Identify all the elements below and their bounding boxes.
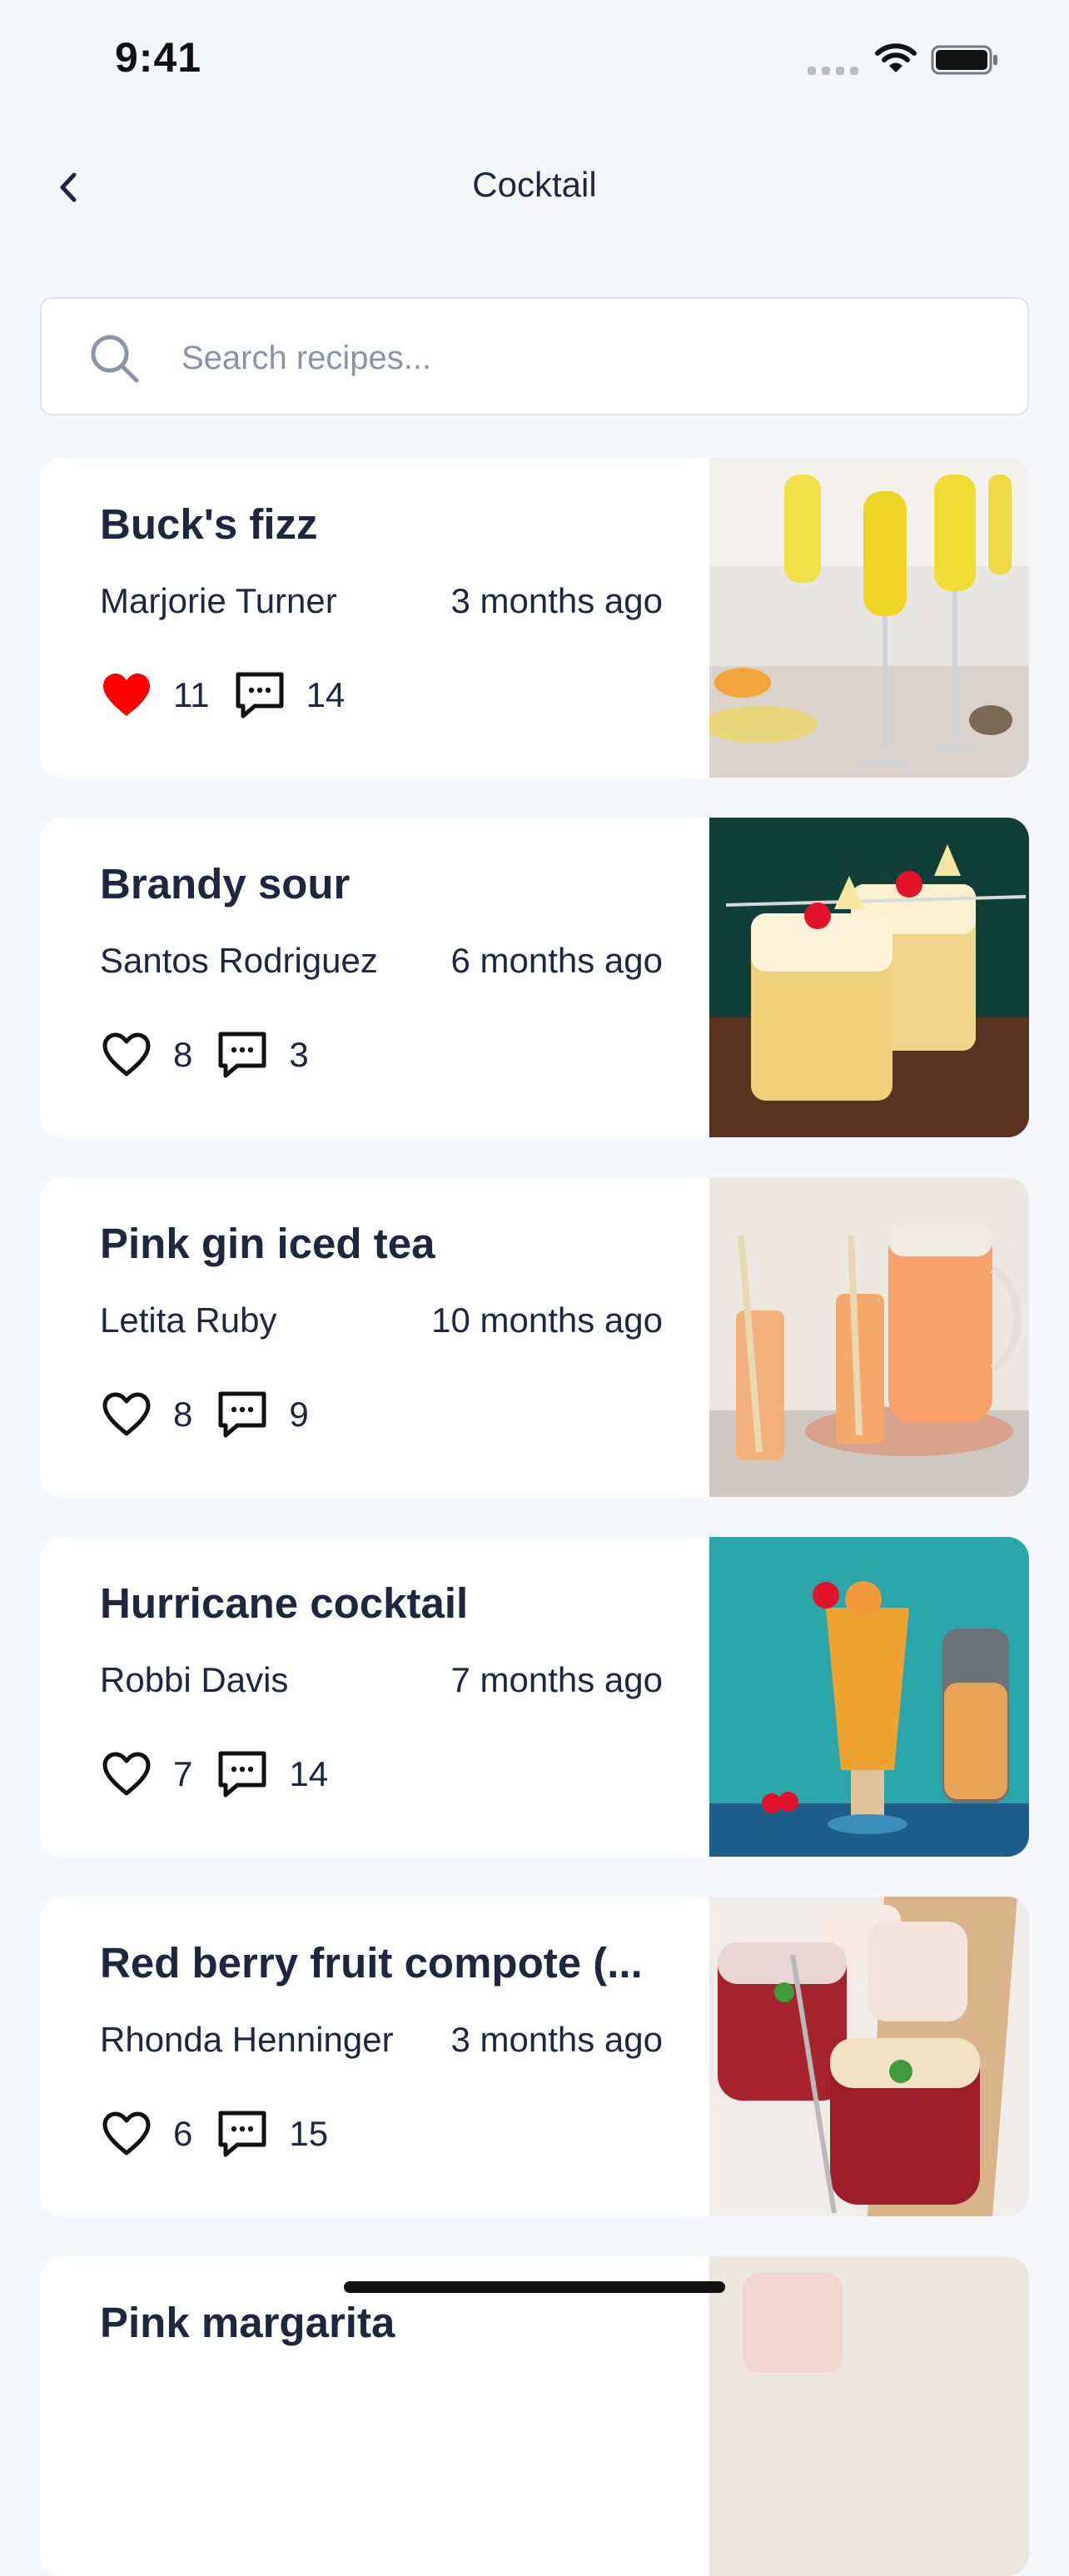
recipe-card[interactable]: Red berry fruit compote (... Rhonda Henn… xyxy=(40,1897,1029,2216)
recipe-title: Brandy sour xyxy=(100,860,351,908)
recipe-stats: 8 3 xyxy=(100,1026,332,1084)
search-input[interactable] xyxy=(181,327,981,389)
recipe-title: Pink gin iced tea xyxy=(100,1220,435,1267)
like-count: 6 xyxy=(173,2114,193,2153)
recipe-card[interactable]: Pink margarita xyxy=(40,2256,1029,2576)
recipe-time: 3 months ago xyxy=(450,581,663,620)
recipe-image xyxy=(709,818,1029,1137)
recipe-card[interactable]: Pink gin iced tea Letita Ruby 10 months … xyxy=(40,1177,1029,1497)
nav-header: Cocktail xyxy=(0,142,1069,233)
comment-icon[interactable] xyxy=(216,1028,269,1082)
comment-count: 9 xyxy=(289,1395,309,1434)
heart-outline-icon[interactable] xyxy=(100,1028,153,1082)
comment-count: 3 xyxy=(289,1035,309,1074)
heart-outline-icon[interactable] xyxy=(100,2107,153,2161)
recipe-title: Hurricane cocktail xyxy=(100,1579,469,1627)
recipe-card[interactable]: Hurricane cocktail Robbi Davis 7 months … xyxy=(40,1537,1029,1857)
recipe-title: Pink margarita xyxy=(100,2299,395,2346)
recipe-time: 3 months ago xyxy=(450,2020,663,2059)
page-title: Cocktail xyxy=(472,165,597,204)
recipe-card[interactable]: Buck's fizz Marjorie Turner 3 months ago… xyxy=(40,458,1029,778)
recipe-stats: 7 14 xyxy=(100,1745,351,1803)
heart-outline-icon[interactable] xyxy=(100,1748,153,1801)
comment-icon[interactable] xyxy=(216,1748,269,1801)
home-indicator xyxy=(344,2281,725,2293)
status-bar: 9:41 xyxy=(0,0,1069,125)
search-icon xyxy=(88,332,142,385)
recipe-stats: 8 9 xyxy=(100,1385,332,1444)
comment-count: 14 xyxy=(289,1754,329,1793)
cellular-signal-icon xyxy=(808,67,859,75)
recipe-time: 6 months ago xyxy=(450,941,663,980)
wifi-icon xyxy=(874,42,917,75)
recipe-title: Red berry fruit compote (... xyxy=(100,1939,643,1987)
battery-icon xyxy=(931,43,999,77)
search-bar[interactable] xyxy=(40,297,1029,415)
recipe-author: Marjorie Turner xyxy=(100,581,337,620)
recipe-stats: 6 15 xyxy=(100,2105,351,2163)
recipe-title: Buck's fizz xyxy=(100,500,318,548)
like-count: 8 xyxy=(173,1395,193,1434)
recipe-stats: 11 14 xyxy=(100,666,368,724)
recipe-image xyxy=(701,458,1029,778)
recipe-card[interactable]: Brandy sour Santos Rodriguez 6 months ag… xyxy=(40,818,1029,1137)
comment-icon[interactable] xyxy=(216,2107,269,2161)
like-count: 7 xyxy=(173,1754,193,1793)
recipe-author: Santos Rodriguez xyxy=(100,941,378,980)
status-time: 9:41 xyxy=(115,34,202,81)
comment-count: 14 xyxy=(306,675,346,714)
recipe-author: Letita Ruby xyxy=(100,1300,277,1340)
recipe-image xyxy=(709,1537,1029,1857)
like-count: 8 xyxy=(173,1035,193,1074)
comment-count: 15 xyxy=(289,2114,329,2153)
heart-outline-icon[interactable] xyxy=(100,1388,153,1441)
recipe-image xyxy=(709,1177,1029,1497)
heart-filled-icon[interactable] xyxy=(100,669,153,722)
recipe-author: Rhonda Henninger xyxy=(100,2020,394,2059)
comment-icon[interactable] xyxy=(233,669,286,722)
recipe-time: 7 months ago xyxy=(450,1660,663,1699)
recipe-image xyxy=(709,1897,1029,2216)
recipe-image xyxy=(709,2256,1029,2576)
recipe-time: 10 months ago xyxy=(431,1300,663,1340)
comment-icon[interactable] xyxy=(216,1388,269,1441)
recipe-author: Robbi Davis xyxy=(100,1660,289,1699)
like-count: 11 xyxy=(173,675,210,714)
